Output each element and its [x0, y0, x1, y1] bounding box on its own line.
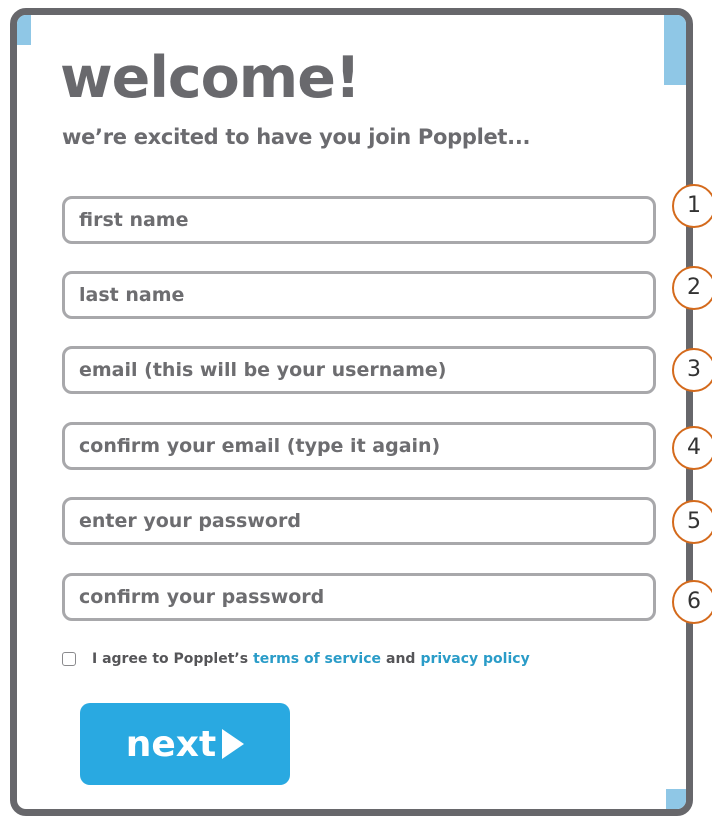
page-subtitle: we’re excited to have you join Popplet..…	[62, 125, 531, 149]
step-badge-5: 5	[672, 500, 712, 544]
terms-agreement-row: I agree to Popplet’s terms of service an…	[62, 648, 530, 670]
page-title: welcome!	[60, 45, 361, 111]
terms-checkbox[interactable]	[62, 652, 76, 666]
frame-corner-decoration	[664, 15, 686, 85]
step-badge-4: 4	[672, 426, 712, 470]
step-badge-1: 1	[672, 184, 712, 228]
confirm-email-field[interactable]	[62, 422, 656, 470]
confirm-email-input[interactable]	[65, 425, 653, 467]
password-input[interactable]	[65, 500, 653, 542]
agree-text: I agree to Popplet’s	[92, 651, 249, 667]
privacy-policy-link[interactable]: privacy policy	[420, 651, 529, 667]
first-name-field[interactable]	[62, 196, 656, 244]
email-field[interactable]	[62, 346, 656, 394]
next-button[interactable]: next	[80, 703, 290, 785]
confirm-password-field[interactable]	[62, 573, 656, 621]
next-button-label: next	[125, 723, 217, 765]
play-arrow-icon	[222, 729, 245, 759]
terms-of-service-link[interactable]: terms of service	[253, 651, 381, 667]
last-name-field[interactable]	[62, 271, 656, 319]
frame-corner-decoration	[17, 15, 31, 45]
last-name-input[interactable]	[65, 274, 653, 316]
frame-corner-decoration	[666, 789, 686, 809]
agree-and-text: and	[386, 651, 416, 667]
step-badge-6: 6	[672, 580, 712, 624]
first-name-input[interactable]	[65, 199, 653, 241]
password-field[interactable]	[62, 497, 656, 545]
step-badge-2: 2	[672, 266, 712, 310]
step-badge-3: 3	[672, 348, 712, 392]
confirm-password-input[interactable]	[65, 576, 653, 618]
email-input[interactable]	[65, 349, 653, 391]
